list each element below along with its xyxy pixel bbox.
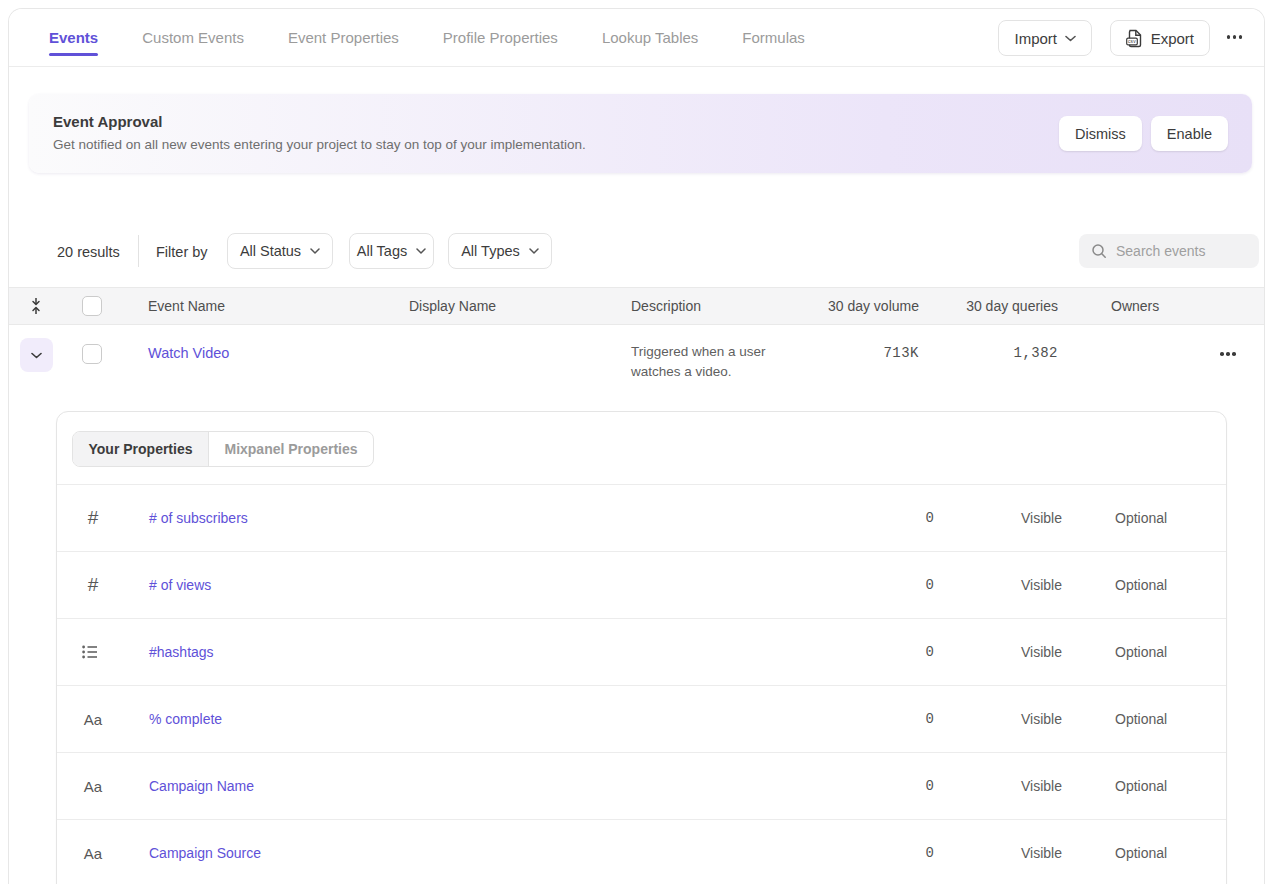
chevron-down-icon [31,352,42,359]
tab-custom-events[interactable]: Custom Events [142,9,244,66]
property-row: # # of subscribers 0 Visible Optional [57,484,1226,551]
property-type-icon: # [82,507,104,529]
properties-tabs: Your Properties Mixpanel Properties [72,431,374,467]
property-count: 0 [926,845,934,861]
property-count: 0 [926,644,934,660]
event-queries: 1,382 [1013,345,1058,361]
header-owners: Owners [1111,298,1159,314]
search-input[interactable] [1116,243,1246,259]
types-filter-label: All Types [461,243,520,259]
property-name-link[interactable]: # of views [149,577,211,593]
property-type-icon: Aa [82,778,104,795]
filter-divider [138,235,139,267]
tab-mixpanel-properties[interactable]: Mixpanel Properties [209,432,373,466]
enable-button[interactable]: Enable [1151,116,1228,151]
import-label: Import [1014,30,1057,47]
property-type-icon: Aa [82,845,104,862]
export-label: Export [1151,30,1194,47]
event-approval-banner: Event Approval Get notified on all new e… [29,94,1252,173]
row-checkbox[interactable] [82,344,102,364]
tab-formulas[interactable]: Formulas [742,9,805,66]
event-row: Watch Video Triggered when a user watche… [9,325,1264,411]
chevron-down-icon [310,248,320,254]
top-nav: Events Custom Events Event Properties Pr… [9,9,1264,67]
app-frame: Events Custom Events Event Properties Pr… [8,8,1265,884]
collapse-row-button[interactable] [20,338,53,372]
property-type-icon: # [82,574,104,596]
header-volume: 30 day volume [828,298,919,314]
search-icon [1091,243,1107,259]
tags-filter-dropdown[interactable]: All Tags [349,233,434,269]
properties-panel: Your Properties Mixpanel Properties # # … [56,411,1227,884]
property-visibility: Visible [1021,510,1062,526]
svg-text:csv: csv [1128,39,1136,44]
import-button[interactable]: Import [998,20,1092,56]
tab-event-properties[interactable]: Event Properties [288,9,399,66]
types-filter-dropdown[interactable]: All Types [448,233,552,269]
event-description: Triggered when a user watches a video. [631,342,796,382]
property-count: 0 [926,510,934,526]
chevron-down-icon [416,248,426,254]
filter-by-label: Filter by [156,244,208,260]
property-type-icon [82,645,104,659]
tab-lookup-tables[interactable]: Lookup Tables [602,9,698,66]
tab-your-properties[interactable]: Your Properties [73,432,209,466]
property-requirement: Optional [1115,711,1167,727]
tags-filter-label: All Tags [357,243,408,259]
chevron-down-icon [529,248,539,254]
property-name-link[interactable]: Campaign Name [149,778,254,794]
property-name-link[interactable]: % complete [149,711,222,727]
table-header: Event Name Display Name Description 30 d… [9,287,1264,325]
property-requirement: Optional [1115,510,1167,526]
status-filter-label: All Status [240,243,301,259]
property-requirement: Optional [1115,778,1167,794]
header-description: Description [631,298,701,314]
header-event-name: Event Name [148,298,225,314]
results-count: 20 results [57,244,120,260]
property-name-link[interactable]: #hashtags [149,644,214,660]
property-count: 0 [926,778,934,794]
collapse-all-icon[interactable] [29,298,43,315]
nav-tabs: Events Custom Events Event Properties Pr… [49,9,805,66]
status-filter-dropdown[interactable]: All Status [227,233,333,269]
property-name-link[interactable]: Campaign Source [149,845,261,861]
property-row: Aa Campaign Source 0 Visible Optional [57,819,1226,884]
event-name-link[interactable]: Watch Video [148,345,229,361]
dismiss-button[interactable]: Dismiss [1059,116,1142,151]
property-visibility: Visible [1021,711,1062,727]
event-volume: 713K [883,345,919,361]
property-visibility: Visible [1021,778,1062,794]
property-requirement: Optional [1115,644,1167,660]
property-requirement: Optional [1115,577,1167,593]
header-display-name: Display Name [409,298,496,314]
property-count: 0 [926,577,934,593]
select-all-checkbox[interactable] [82,296,102,316]
csv-file-icon: csv [1126,29,1143,48]
property-name-link[interactable]: # of subscribers [149,510,248,526]
banner-description: Get notified on all new events entering … [53,137,586,152]
property-visibility: Visible [1021,845,1062,861]
property-visibility: Visible [1021,644,1062,660]
property-requirement: Optional [1115,845,1167,861]
row-more-options-icon[interactable] [1220,352,1236,356]
tab-events[interactable]: Events [49,9,98,66]
property-row: Aa % complete 0 Visible Optional [57,685,1226,752]
header-queries: 30 day queries [966,298,1058,314]
property-row: # # of views 0 Visible Optional [57,551,1226,618]
property-row: #hashtags 0 Visible Optional [57,618,1226,685]
property-count: 0 [926,711,934,727]
tab-profile-properties[interactable]: Profile Properties [443,9,558,66]
property-row: Aa Campaign Name 0 Visible Optional [57,752,1226,819]
search-box[interactable] [1079,234,1259,268]
property-type-icon: Aa [82,711,104,728]
banner-title: Event Approval [53,113,162,130]
more-options-icon[interactable] [1227,35,1243,39]
properties-list: # # of subscribers 0 Visible Optional # … [57,484,1226,884]
export-button[interactable]: csv Export [1110,20,1210,56]
chevron-down-icon [1065,35,1076,42]
property-visibility: Visible [1021,577,1062,593]
